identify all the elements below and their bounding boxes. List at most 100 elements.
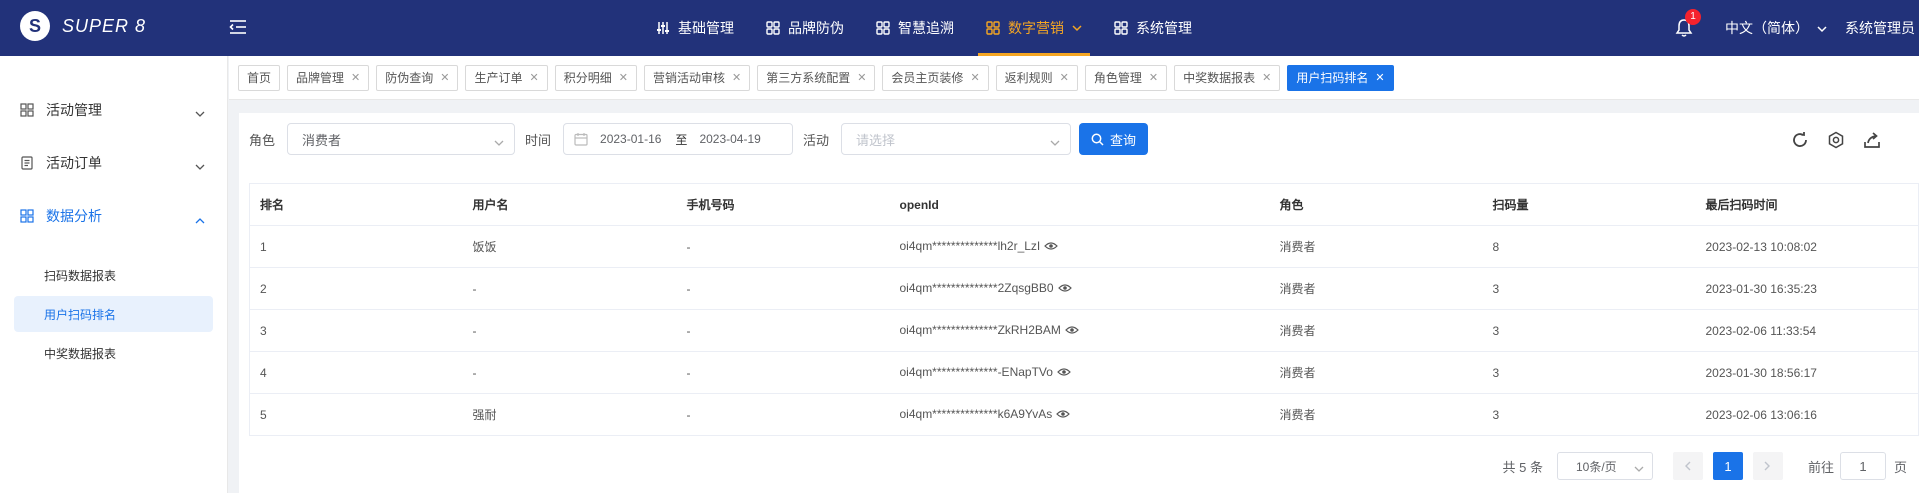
tab-anticounterfeit-query[interactable]: 防伪查询 ✕ [376, 64, 459, 91]
activity-select[interactable]: 请选择 [841, 123, 1072, 155]
next-page-button[interactable] [1752, 452, 1783, 480]
document-icon [20, 155, 34, 170]
sidebar-subitem-user-scan-ranking[interactable]: 用户扫码排名 [14, 296, 213, 332]
eye-icon[interactable] [1056, 408, 1071, 422]
sliders-icon [656, 21, 670, 35]
cell-rank: 4 [249, 351, 463, 394]
sidebar-subitem-scan-report[interactable]: 扫码数据报表 [14, 257, 213, 293]
tab-label: 防伪查询 [385, 71, 434, 85]
refresh-icon[interactable] [1790, 130, 1810, 150]
notification-bell-icon[interactable]: 1 [1675, 9, 1701, 38]
page-size-select[interactable]: 10条/页 [1556, 452, 1653, 480]
close-icon[interactable]: ✕ [440, 71, 449, 84]
close-icon[interactable]: ✕ [857, 71, 866, 84]
close-icon[interactable]: ✕ [1262, 71, 1271, 84]
nav-system-management[interactable]: 系统管理 [1098, 0, 1208, 56]
sidebar-item-data-analysis[interactable]: 数据分析 [0, 189, 227, 242]
cell-role: 消费者 [1269, 393, 1483, 436]
cell-phone: - [676, 267, 890, 310]
chevron-right-icon [1764, 461, 1771, 471]
sidebar-item-activity-management[interactable]: 活动管理 [0, 83, 227, 136]
column-header: 用户名 [462, 183, 677, 226]
sidebar-item-label: 活动管理 [46, 101, 102, 118]
grid-icon [1114, 21, 1128, 35]
grid-icon [766, 21, 780, 35]
pagination-total: 共 5 条 [1502, 459, 1543, 475]
close-icon[interactable]: ✕ [351, 71, 360, 84]
date-range-picker[interactable]: 2023-01-16 至 2023-04-19 [563, 123, 794, 155]
eye-icon[interactable] [1065, 324, 1079, 338]
cell-rank: 2 [249, 267, 463, 310]
close-icon[interactable]: ✕ [1149, 71, 1158, 84]
cell-scan-count: 3 [1482, 267, 1696, 310]
tab-user-scan-ranking[interactable]: 用户扫码排名 ✕ [1287, 64, 1394, 91]
chevron-up-icon [195, 211, 205, 227]
goto-label: 前往 [1807, 459, 1834, 475]
language-label: 中文（简体） [1725, 20, 1809, 36]
date-start: 2023-01-16 [600, 132, 662, 146]
menu-fold-icon[interactable] [229, 19, 247, 35]
sidebar-subitem-prize-report[interactable]: 中奖数据报表 [14, 335, 213, 371]
role-label: 角色 [249, 132, 276, 148]
nav-basic-management[interactable]: 基础管理 [640, 0, 750, 56]
sidebar-item-label: 数据分析 [46, 207, 102, 224]
nav-smart-trace[interactable]: 智慧追溯 [860, 0, 970, 56]
query-button[interactable]: 查询 [1079, 123, 1149, 155]
eye-icon[interactable] [1044, 240, 1059, 254]
nav-label: 品牌防伪 [788, 20, 844, 36]
column-header: 角色 [1269, 183, 1483, 226]
goto-page-input[interactable]: 1 [1839, 452, 1886, 480]
user-menu[interactable]: 系统管理员 [1845, 18, 1915, 38]
tab-brand-management[interactable]: 品牌管理 ✕ [287, 64, 370, 91]
close-icon[interactable]: ✕ [1375, 71, 1384, 84]
grid-icon [20, 208, 34, 223]
table-row: 4 - - oi4qm**************-ENapTVo 消费者 3 … [249, 351, 1919, 394]
close-icon[interactable]: ✕ [1060, 71, 1069, 84]
sidebar-item-label: 活动订单 [46, 154, 102, 171]
chevron-down-icon [195, 158, 205, 174]
brand-name: SUPER 8 [62, 15, 147, 36]
tab-role-management[interactable]: 角色管理 ✕ [1084, 64, 1168, 91]
tab-third-party-config[interactable]: 第三方系统配置 ✕ [757, 64, 876, 91]
tab-rebate-rules[interactable]: 返利规则 ✕ [995, 64, 1078, 91]
chevron-left-icon [1685, 461, 1691, 471]
export-icon[interactable] [1862, 130, 1882, 150]
prev-page-button[interactable] [1672, 452, 1703, 480]
table-row: 5 强耐 - oi4qm**************k6A9YvAs 消费者 3… [249, 393, 1919, 436]
cell-openid: oi4qm**************2ZqsgBB0 [889, 267, 1270, 310]
tab-marketing-review[interactable]: 营销活动审核 ✕ [643, 64, 751, 91]
close-icon[interactable]: ✕ [530, 71, 539, 84]
language-selector[interactable]: 中文（简体） [1725, 18, 1827, 38]
tab-points-detail[interactable]: 积分明细 ✕ [554, 64, 637, 91]
nav-digital-marketing[interactable]: 数字营销 [970, 0, 1098, 56]
grid-icon [876, 21, 890, 35]
cell-scan-count: 8 [1482, 225, 1696, 268]
tab-home[interactable]: 首页 [238, 64, 281, 91]
role-select[interactable]: 消费者 [287, 123, 516, 155]
sidebar-item-activity-orders[interactable]: 活动订单 [0, 136, 227, 189]
nav-brand-anticounterfeit[interactable]: 品牌防伪 [750, 0, 860, 56]
close-icon[interactable]: ✕ [970, 71, 979, 84]
openid-text: oi4qm**************lh2r_LzI [899, 239, 1041, 254]
page-number-button[interactable]: 1 [1712, 452, 1743, 480]
close-icon[interactable]: ✕ [732, 71, 741, 84]
nav-label: 基础管理 [678, 20, 734, 36]
openid-text: oi4qm**************-ENapTVo [899, 365, 1053, 380]
tab-member-homepage[interactable]: 会员主页装修 ✕ [882, 64, 989, 91]
eye-icon[interactable] [1057, 282, 1072, 296]
tab-production-orders[interactable]: 生产订单 ✕ [465, 64, 548, 91]
cell-role: 消费者 [1269, 267, 1483, 310]
eye-icon[interactable] [1057, 366, 1071, 380]
chevron-down-icon [1050, 135, 1060, 150]
grid-icon [986, 21, 1000, 35]
tab-prize-report[interactable]: 中奖数据报表 ✕ [1174, 64, 1281, 91]
settings-gear-icon[interactable] [1826, 130, 1846, 150]
brand-logo[interactable]: S SUPER 8 [20, 11, 146, 41]
cell-last-scan-time: 2023-02-13 10:08:02 [1695, 225, 1919, 268]
close-icon[interactable]: ✕ [619, 71, 628, 84]
search-icon [1091, 133, 1104, 146]
notification-badge: 1 [1685, 9, 1701, 25]
cell-openid: oi4qm**************lh2r_LzI [889, 225, 1270, 268]
cell-username: - [462, 267, 677, 310]
cell-phone: - [676, 309, 890, 352]
